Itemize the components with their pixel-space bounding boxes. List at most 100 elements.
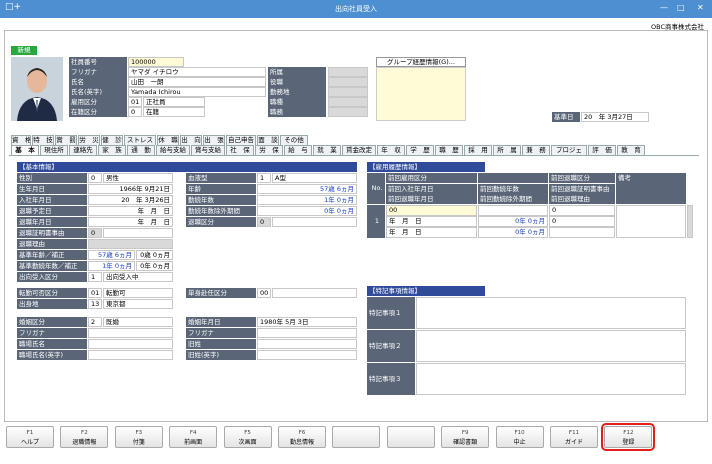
date-input[interactable]: 1980年 5月 3日 bbox=[257, 317, 357, 327]
code-input[interactable]: 13 bbox=[88, 299, 102, 309]
tab-basic[interactable]: 基 本 bbox=[11, 145, 39, 155]
history-cell[interactable]: 0 bbox=[549, 205, 615, 216]
minimize-icon[interactable]: — bbox=[660, 3, 668, 12]
tab-8[interactable]: 労 保 bbox=[255, 145, 283, 155]
tab-7[interactable]: 出 向 bbox=[180, 135, 202, 145]
tab-2[interactable]: 賞 罰 bbox=[55, 135, 77, 145]
tab-7[interactable]: 社 保 bbox=[226, 145, 254, 155]
history-cell[interactable]: 0 bbox=[549, 216, 615, 227]
tab-10[interactable]: 就 業 bbox=[313, 145, 341, 155]
history-cell[interactable]: 00 bbox=[386, 205, 477, 216]
tab-20[interactable]: 教 育 bbox=[617, 145, 645, 155]
text-input[interactable] bbox=[88, 328, 173, 338]
close-icon[interactable]: ✕ bbox=[697, 3, 704, 12]
history-cell[interactable] bbox=[549, 227, 615, 238]
fkey-f9-button[interactable]: F9 確認書類 bbox=[441, 426, 490, 448]
code-input[interactable]: 1 bbox=[257, 173, 271, 183]
tab-1[interactable]: 特 技 bbox=[32, 135, 54, 145]
fkey-empty-button[interactable] bbox=[332, 426, 381, 448]
tab-1[interactable]: 現住所 bbox=[40, 145, 68, 155]
tab-5[interactable]: 給与支給 bbox=[156, 145, 190, 155]
tab-4[interactable]: 通 勤 bbox=[127, 145, 155, 155]
tab-4[interactable]: 健 診 bbox=[101, 135, 123, 145]
code-input[interactable]: 0 bbox=[88, 173, 102, 183]
code-input[interactable]: 1 bbox=[88, 272, 102, 282]
history-cell[interactable]: 年 月 日 bbox=[386, 227, 477, 238]
tab-15[interactable]: 採 用 bbox=[464, 145, 492, 155]
remarks-cell[interactable] bbox=[616, 205, 686, 238]
note-input[interactable] bbox=[416, 363, 686, 395]
value-field[interactable]: Yamada Ichirou bbox=[128, 87, 266, 97]
code-input[interactable]: 0 bbox=[257, 217, 271, 227]
tab-18[interactable]: プロジェ bbox=[551, 145, 587, 155]
tab-14[interactable]: 職 歴 bbox=[435, 145, 463, 155]
date-input[interactable]: 1966年 9月21日 bbox=[88, 184, 173, 194]
value-field[interactable]: 57歳 6ヵ月 bbox=[257, 184, 357, 194]
value-field[interactable]: 0歳 0ヵ月 bbox=[136, 250, 173, 260]
value-field[interactable]: 1年 0ヵ月 bbox=[257, 195, 357, 205]
scrollbar[interactable] bbox=[687, 205, 693, 238]
text-input[interactable] bbox=[257, 339, 357, 349]
tab-13[interactable]: 学 歴 bbox=[406, 145, 434, 155]
value-field[interactable]: 0年 0ヵ月 bbox=[136, 261, 173, 271]
code-input[interactable]: 01 bbox=[88, 288, 102, 298]
history-cell[interactable]: 0年 0ヵ月 bbox=[478, 216, 548, 227]
date-input[interactable]: 20 年 3月26日 bbox=[88, 195, 173, 205]
date-input[interactable]: 年 月 日 bbox=[88, 206, 173, 216]
text-input[interactable] bbox=[88, 339, 173, 349]
value-field[interactable]: 1年 0ヵ月 bbox=[88, 261, 135, 271]
fkey-f2-button[interactable]: F2 退職情報 bbox=[60, 426, 109, 448]
fkey-f6-button[interactable]: F6 勤怠情報 bbox=[278, 426, 326, 448]
tab-2[interactable]: 連絡先 bbox=[69, 145, 97, 155]
history-cell[interactable]: 年 月 日 bbox=[386, 216, 477, 227]
tab-11[interactable]: その他 bbox=[280, 135, 308, 145]
tab-0[interactable]: 資 格 bbox=[11, 135, 31, 145]
employee-number-input[interactable]: 100000 bbox=[128, 57, 184, 67]
tab-3[interactable]: 労 災 bbox=[78, 135, 100, 145]
tab-8[interactable]: 出 張 bbox=[203, 135, 225, 145]
fkey-f10-button[interactable]: F10 中止 bbox=[495, 426, 544, 448]
tab-17[interactable]: 兼 務 bbox=[522, 145, 550, 155]
tab-6[interactable]: 休 職 bbox=[157, 135, 179, 145]
text-input[interactable] bbox=[257, 350, 357, 360]
code-input[interactable]: 0 bbox=[88, 228, 102, 238]
note-input[interactable] bbox=[416, 297, 686, 329]
history-cell[interactable]: 0年 0ヵ月 bbox=[478, 227, 548, 238]
fkey-f3-button[interactable]: F3 付箋 bbox=[114, 426, 163, 448]
code-input[interactable]: 00 bbox=[257, 288, 271, 298]
value-field: 正社員 bbox=[143, 97, 205, 107]
tab-9[interactable]: 給 与 bbox=[284, 145, 312, 155]
value-field[interactable]: 57歳 6ヵ月 bbox=[88, 250, 135, 260]
code-input[interactable]: 0 bbox=[128, 107, 142, 117]
maximize-icon[interactable]: □ bbox=[677, 3, 685, 12]
fkey-empty-button[interactable] bbox=[386, 426, 435, 448]
tab-12[interactable]: 年 収 bbox=[377, 145, 405, 155]
fkey-f4-button[interactable]: F4 前画面 bbox=[169, 426, 218, 448]
text-input[interactable] bbox=[257, 328, 357, 338]
base-date-input[interactable]: 20 年 3月27日 bbox=[581, 112, 649, 122]
fkey-f1-button[interactable]: F1 ヘルプ bbox=[6, 426, 54, 448]
tab-5[interactable]: ストレス bbox=[124, 135, 156, 145]
tab-9[interactable]: 自己申告 bbox=[226, 135, 256, 145]
tab-6[interactable]: 賞与支給 bbox=[191, 145, 225, 155]
group-history-button[interactable]: グループ経歴情報(G)... bbox=[376, 57, 466, 67]
note-input[interactable] bbox=[416, 330, 686, 362]
tab-3[interactable]: 家 族 bbox=[98, 145, 126, 155]
fkey-code: F11 bbox=[568, 430, 580, 436]
value-field[interactable]: 0年 0ヵ月 bbox=[257, 206, 357, 216]
text-input[interactable] bbox=[88, 350, 173, 360]
employee-photo[interactable] bbox=[11, 57, 63, 121]
history-cell[interactable] bbox=[478, 205, 548, 216]
fkey-f11-button[interactable]: F11 ガイド bbox=[550, 426, 598, 448]
fkey-f5-button[interactable]: F5 次画面 bbox=[223, 426, 272, 448]
code-input[interactable]: 01 bbox=[128, 97, 142, 107]
date-input[interactable]: 年 月 日 bbox=[88, 217, 173, 227]
value-field[interactable]: ヤマダ イチロウ bbox=[128, 67, 266, 77]
value-field[interactable]: 山田 一朗 bbox=[128, 77, 266, 87]
code-input[interactable]: 2 bbox=[88, 317, 102, 327]
tab-19[interactable]: 評 価 bbox=[588, 145, 616, 155]
fkey-f12-button[interactable]: F12 登録 bbox=[601, 423, 656, 451]
tab-11[interactable]: 賃金改定 bbox=[342, 145, 376, 155]
tab-16[interactable]: 所 属 bbox=[493, 145, 521, 155]
tab-10[interactable]: 面 談 bbox=[257, 135, 279, 145]
